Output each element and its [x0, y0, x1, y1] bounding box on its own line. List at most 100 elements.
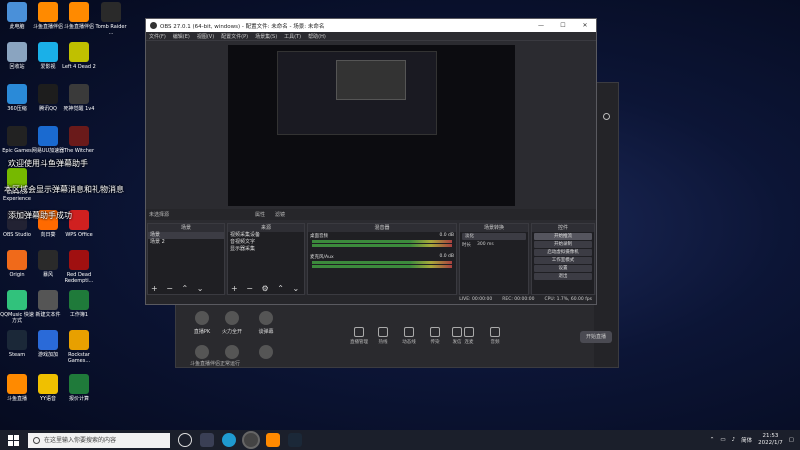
- desktop-shortcut[interactable]: 死神觉醒 1v4: [62, 84, 96, 112]
- desktop-shortcut-label: 回收站: [9, 64, 25, 70]
- desktop-shortcut[interactable]: 网易UU加速器: [31, 126, 65, 154]
- scene-item[interactable]: 场景: [148, 232, 224, 239]
- desktop-shortcut[interactable]: Steam: [0, 330, 34, 358]
- menu-edit[interactable]: 编辑(E): [173, 33, 190, 40]
- tool-hotline[interactable]: 热线: [370, 327, 396, 345]
- desktop-shortcut[interactable]: 腾讯QQ: [31, 84, 65, 112]
- app-icon: [7, 126, 27, 146]
- desktop-shortcut-label: WPS Office: [65, 232, 93, 238]
- start-recording-button[interactable]: 开始录制: [534, 241, 592, 248]
- tool-icon: [378, 327, 388, 337]
- desktop-shortcut[interactable]: 斗鱼直播伴侣: [62, 2, 96, 30]
- task-view-icon[interactable]: [178, 433, 192, 447]
- start-streaming-button[interactable]: 开始推流: [534, 233, 592, 240]
- obs-taskbar-icon[interactable]: [244, 433, 258, 447]
- desktop-shortcut[interactable]: 斗鱼直播: [0, 374, 34, 402]
- transition-type-select[interactable]: 淡化: [462, 233, 526, 240]
- menu-help[interactable]: 帮助(H): [308, 33, 326, 40]
- douyu-taskbar-icon[interactable]: [266, 433, 280, 447]
- scenes-footer-controls[interactable]: + − ⌃ ⌄: [148, 284, 224, 294]
- desktop-shortcut[interactable]: The Witcher: [62, 126, 96, 154]
- exit-button[interactable]: 退出: [534, 273, 592, 280]
- properties-button[interactable]: 属性: [255, 211, 265, 218]
- menu-view[interactable]: 视图(V): [197, 33, 214, 40]
- network-icon[interactable]: ▭: [720, 437, 725, 443]
- app-icon: [69, 250, 89, 270]
- start-live-button[interactable]: 开始直播: [580, 331, 612, 343]
- source-item[interactable]: 显示器采集: [228, 246, 304, 253]
- studio-mode-button[interactable]: 工作室模式: [534, 257, 592, 264]
- taskbar-search[interactable]: 在这里输入你要搜索的内容: [28, 432, 170, 448]
- edge-icon[interactable]: [222, 433, 236, 447]
- duration-input[interactable]: 300 ms: [477, 242, 494, 248]
- menu-scene-collection[interactable]: 场景集(S): [255, 33, 277, 40]
- menu-file[interactable]: 文件(F): [149, 33, 166, 40]
- mixer-header: 混音器: [308, 224, 456, 232]
- widgets-icon[interactable]: [200, 433, 214, 447]
- desktop-shortcut[interactable]: YY语音: [31, 374, 65, 402]
- desktop-shortcut[interactable]: 新建文本件: [31, 290, 65, 318]
- tile-6[interactable]: [248, 345, 284, 362]
- close-button[interactable]: ✕: [574, 19, 596, 32]
- app-icon: [69, 2, 89, 22]
- desktop-shortcut[interactable]: 爱影视: [31, 42, 65, 70]
- clock[interactable]: 21:53 2022/1/7: [758, 433, 783, 447]
- volume-slider[interactable]: [312, 244, 452, 247]
- obs-menubar: 文件(F) 编辑(E) 视图(V) 配置文件(P) 场景集(S) 工具(T) 帮…: [146, 32, 596, 41]
- obs-logo-icon: [150, 22, 157, 29]
- sources-footer-controls[interactable]: + − ⚙ ⌃ ⌄: [228, 284, 304, 294]
- filters-button[interactable]: 滤镜: [275, 211, 285, 218]
- minimize-button[interactable]: —: [530, 19, 552, 32]
- desktop-shortcut[interactable]: 回收站: [0, 42, 34, 70]
- obs-window[interactable]: OBS 27.0.1 (64-bit, windows) - 配置文件: 未命名…: [145, 18, 597, 305]
- source-item[interactable]: 音视频文字: [228, 239, 304, 246]
- controls-header: 控件: [532, 224, 594, 232]
- desktop-shortcut-label: QQMusic 快速方式: [0, 312, 34, 324]
- volume-icon[interactable]: ♪: [732, 437, 736, 443]
- source-item[interactable]: 视频采集设备: [228, 232, 304, 239]
- transitions-header: 场景转换: [460, 224, 528, 232]
- menu-tools[interactable]: 工具(T): [284, 33, 301, 40]
- desktop-shortcut[interactable]: 斗鱼直播伴侣: [31, 2, 65, 30]
- tray-chevron-icon[interactable]: ⌃: [710, 437, 715, 443]
- pk-icon: [195, 311, 209, 325]
- steam-taskbar-icon[interactable]: [288, 433, 302, 447]
- desktop-shortcut[interactable]: 游戏加加: [31, 330, 65, 358]
- menu-profile[interactable]: 配置文件(P): [221, 33, 248, 40]
- desktop-shortcut[interactable]: 暴风: [31, 250, 65, 278]
- desktop-shortcut[interactable]: Rockstar Games...: [62, 330, 96, 364]
- virtual-camera-button[interactable]: 启动虚拟摄像机: [534, 249, 592, 256]
- tool-mic[interactable]: 连麦: [456, 327, 482, 345]
- tile-fire[interactable]: 火力全开: [214, 311, 250, 335]
- tool-label: 直播管理: [350, 340, 368, 345]
- scene-item[interactable]: 场景 2: [148, 239, 224, 246]
- desktop-shortcut[interactable]: Tomb Raider ...: [94, 2, 128, 36]
- tool-audio[interactable]: 音频: [482, 327, 508, 345]
- obs-preview[interactable]: [228, 45, 515, 206]
- channel-name: 麦克风/Aux: [310, 255, 334, 260]
- desktop-shortcut[interactable]: Red Dead Redempti...: [62, 250, 96, 284]
- start-button[interactable]: [4, 431, 22, 449]
- desktop-shortcut[interactable]: 工作簿1: [62, 290, 96, 318]
- tool-live-manage[interactable]: 直播管理: [346, 327, 372, 345]
- desktop-shortcut[interactable]: Epic Games: [0, 126, 34, 154]
- desktop-shortcut[interactable]: 报价计算: [62, 374, 96, 402]
- app-icon: [38, 42, 58, 62]
- share-icon[interactable]: [603, 113, 610, 120]
- tile-danmaku[interactable]: 谈弹幕: [248, 311, 284, 335]
- ime-indicator[interactable]: 简体: [741, 436, 752, 444]
- tool-dynamic[interactable]: 动态线: [396, 327, 422, 345]
- desktop-shortcut[interactable]: 360压缩: [0, 84, 34, 112]
- desktop-shortcut[interactable]: QQMusic 快速方式: [0, 290, 34, 324]
- desktop-shortcut-label: 游戏加加: [37, 352, 58, 358]
- desktop-shortcut[interactable]: Origin: [0, 250, 34, 278]
- desktop-shortcut[interactable]: 此电脑: [0, 2, 34, 30]
- desktop-shortcut[interactable]: Left 4 Dead 2: [62, 42, 96, 70]
- obs-titlebar[interactable]: OBS 27.0.1 (64-bit, windows) - 配置文件: 未命名…: [146, 19, 596, 32]
- window-controls: — ☐ ✕: [530, 19, 596, 32]
- volume-slider[interactable]: [312, 265, 452, 268]
- maximize-button[interactable]: ☐: [552, 19, 574, 32]
- tile-label: 直播PK: [193, 329, 211, 335]
- settings-button[interactable]: 设置: [534, 265, 592, 272]
- notification-icon[interactable]: ▢: [789, 437, 794, 443]
